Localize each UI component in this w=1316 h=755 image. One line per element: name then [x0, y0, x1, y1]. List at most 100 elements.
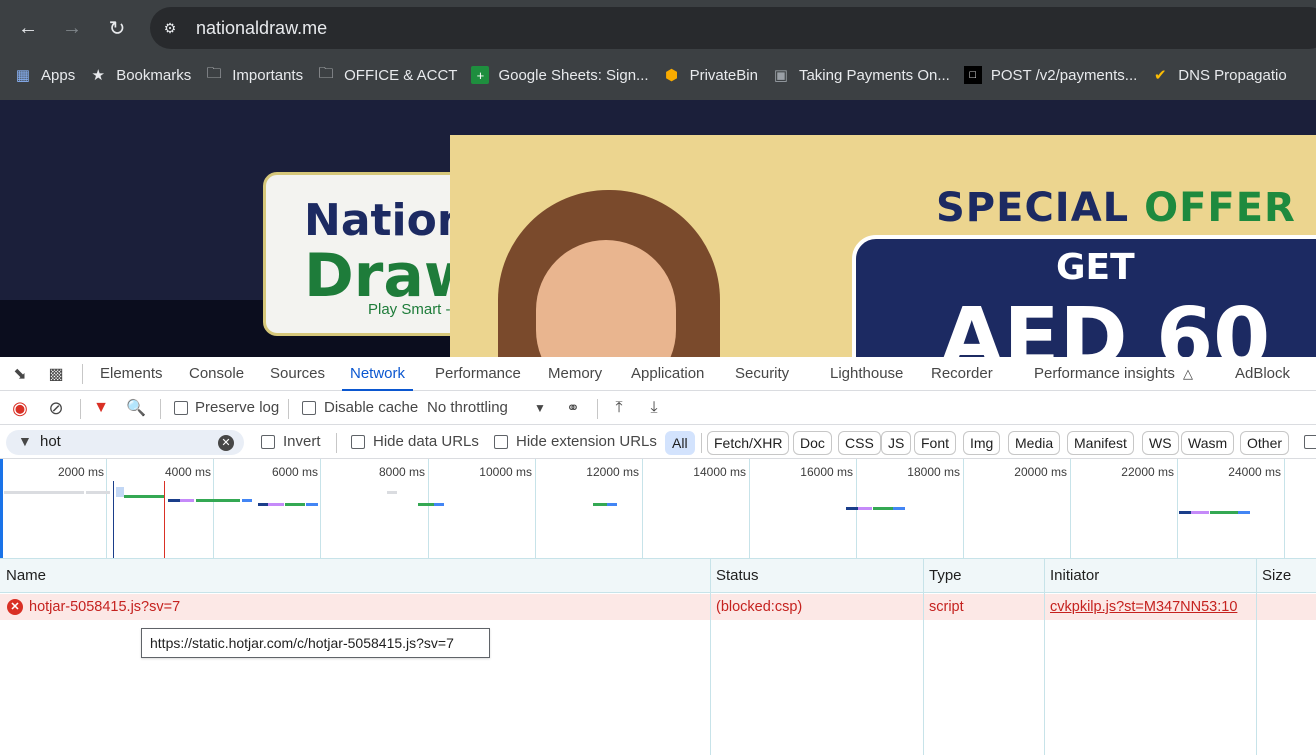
url-text[interactable]: nationaldraw.me [196, 18, 327, 39]
network-conditions-icon[interactable]: ⚭ [561, 396, 585, 420]
timeline-request-bar [434, 503, 444, 506]
tab-performance[interactable]: Performance [435, 357, 521, 391]
bookmark-post-payments[interactable]: □ POST /v2/payments... [963, 60, 1137, 90]
address-bar[interactable]: ⚙ nationaldraw.me [150, 7, 1316, 49]
type-filter-media[interactable]: Media [1008, 431, 1061, 455]
export-har-icon[interactable]: ⤓ [642, 396, 666, 420]
timeline-label: 12000 ms [586, 465, 639, 479]
timeline-label: 2000 ms [57, 465, 104, 479]
type-filter-all[interactable]: All [665, 431, 695, 455]
load-event-marker [164, 481, 165, 558]
bookmark-taking-payments[interactable]: ▣ Taking Payments On... [772, 60, 950, 90]
hide-extension-urls-label[interactable]: Hide extension URLs [516, 433, 657, 450]
invert-checkbox[interactable] [261, 435, 275, 449]
column-divider[interactable] [923, 559, 924, 755]
column-header-status[interactable]: Status [716, 559, 759, 593]
tab-performance-insights[interactable]: Performance insights [1034, 357, 1175, 391]
promo-banner[interactable]: SPECIAL OFFER GET AED 60 [450, 135, 1316, 357]
hide-data-urls-checkbox[interactable] [351, 435, 365, 449]
tab-network[interactable]: Network [342, 357, 414, 391]
tab-lighthouse[interactable]: Lighthouse [830, 357, 903, 391]
tab-adblock[interactable]: AdBlock [1235, 357, 1290, 391]
timeline-label: 6000 ms [271, 465, 318, 479]
star-icon: ★ [91, 67, 105, 84]
filter-input-value[interactable]: hot [40, 433, 61, 450]
bookmark-dns-propagation[interactable]: ✔ DNS Propagatio [1151, 60, 1287, 90]
column-header-size[interactable]: Size [1262, 559, 1291, 593]
timeline-label: 14000 ms [693, 465, 746, 479]
timeline-request-bar [893, 507, 905, 510]
toolbar-separator [597, 399, 598, 419]
timeline-label: 20000 ms [1014, 465, 1067, 479]
search-icon[interactable]: 🔍 [124, 396, 148, 420]
bookmark-privatebin[interactable]: ⬢ PrivateBin [663, 60, 758, 90]
disable-cache-checkbox[interactable] [302, 401, 316, 415]
dns-icon: ✔ [1154, 67, 1167, 84]
bookmark-bookmarks[interactable]: ★ Bookmarks [89, 60, 191, 90]
bookmark-apps[interactable]: ▦ Apps [14, 60, 75, 90]
preserve-log-label[interactable]: Preserve log [195, 399, 279, 416]
type-filter-wasm[interactable]: Wasm [1181, 431, 1235, 455]
timeline-request-bar [116, 487, 124, 497]
column-divider[interactable] [1044, 559, 1045, 755]
type-filter-css[interactable]: CSS [838, 431, 881, 455]
blocked-cookies-checkbox[interactable] [1304, 435, 1316, 449]
network-timeline-overview[interactable]: 2000 ms 4000 ms 6000 ms 8000 ms 10000 ms… [0, 459, 1316, 559]
timeline-request-bar [258, 503, 268, 506]
tab-security[interactable]: Security [735, 357, 789, 391]
bookmark-importants[interactable]: 🗀 Importants [205, 60, 303, 90]
hide-data-urls-label[interactable]: Hide data URLs [373, 433, 479, 450]
column-divider[interactable] [710, 559, 711, 755]
preserve-log-checkbox[interactable] [174, 401, 188, 415]
device-toolbar-icon[interactable]: ▩ [44, 362, 68, 386]
type-filter-img[interactable]: Img [963, 431, 1001, 455]
clear-icon[interactable]: ⊘ [44, 396, 68, 420]
bookmark-office-acct[interactable]: 🗀 OFFICE & ACCT [317, 60, 458, 90]
type-filter-manifest[interactable]: Manifest [1067, 431, 1134, 455]
throttling-select[interactable]: No throttling [427, 399, 508, 416]
inspect-element-icon[interactable]: ⬊ [8, 362, 32, 386]
tab-console[interactable]: Console [189, 357, 244, 391]
timeline-gridline [428, 459, 429, 558]
request-initiator-link[interactable]: cvkpkilp.js?st=M347NN53:10 [1050, 594, 1237, 620]
type-filter-fetch-xhr[interactable]: Fetch/XHR [707, 431, 790, 455]
forward-arrow-icon[interactable]: → [56, 12, 88, 44]
site-info-icon[interactable]: ⚙ [150, 7, 190, 49]
timeline-request-bar [1238, 511, 1250, 514]
type-filter-js[interactable]: JS [881, 431, 912, 455]
table-row[interactable]: ✕ hotjar-5058415.js?sv=7 (blocked:csp) s… [0, 594, 1316, 620]
bookmark-google-sheets[interactable]: + Google Sheets: Sign... [471, 60, 649, 90]
timeline-gridline [1284, 459, 1285, 558]
timeline-request-bar [873, 507, 893, 510]
column-divider[interactable] [1256, 559, 1257, 755]
request-name[interactable]: hotjar-5058415.js?sv=7 [29, 594, 180, 620]
timeline-label: 18000 ms [907, 465, 960, 479]
type-filter-font[interactable]: Font [914, 431, 957, 455]
tab-application[interactable]: Application [631, 357, 704, 391]
column-header-initiator[interactable]: Initiator [1050, 559, 1099, 593]
type-filter-doc[interactable]: Doc [793, 431, 832, 455]
chevron-down-icon[interactable]: ▼ [528, 396, 552, 420]
disable-cache-label[interactable]: Disable cache [324, 399, 418, 416]
special-offer-heading: SPECIAL OFFER [936, 185, 1296, 231]
type-filter-other[interactable]: Other [1240, 431, 1290, 455]
invert-label[interactable]: Invert [283, 433, 321, 450]
tab-elements[interactable]: Elements [100, 357, 163, 391]
stop-recording-icon[interactable]: ◉ [8, 396, 32, 420]
column-header-name[interactable]: Name [6, 559, 46, 593]
hide-extension-urls-checkbox[interactable] [494, 435, 508, 449]
timeline-selection-start[interactable] [0, 459, 3, 558]
filter-icon[interactable]: ▼ [89, 396, 113, 420]
tab-memory[interactable]: Memory [548, 357, 602, 391]
filter-input[interactable]: ▼ hot ✕ [6, 430, 244, 455]
tab-recorder[interactable]: Recorder [931, 357, 993, 391]
reload-icon[interactable]: ↻ [101, 12, 133, 44]
column-header-type[interactable]: Type [929, 559, 962, 593]
back-arrow-icon[interactable]: ← [12, 12, 44, 44]
clear-filter-icon[interactable]: ✕ [218, 435, 234, 451]
table-header [0, 559, 1316, 593]
tab-sources[interactable]: Sources [270, 357, 325, 391]
timeline-gridline [106, 459, 107, 558]
type-filter-ws[interactable]: WS [1142, 431, 1179, 455]
import-har-icon[interactable]: ⤒ [607, 396, 631, 420]
